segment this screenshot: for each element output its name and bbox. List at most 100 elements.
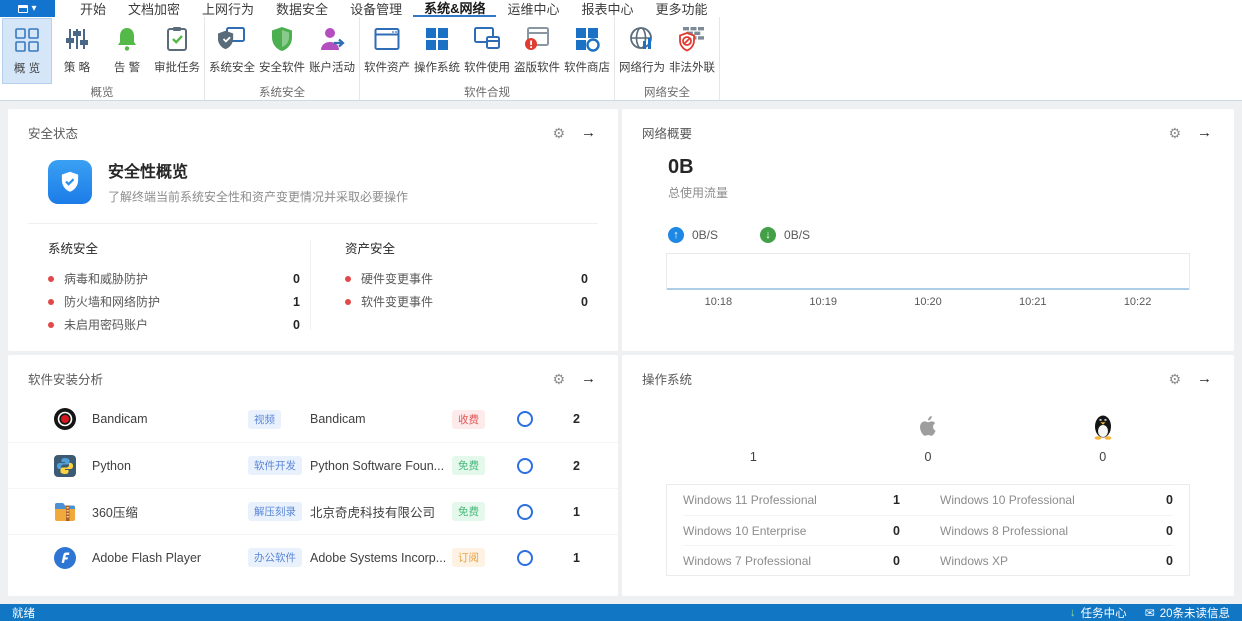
ribbon-btn-label: 审批任务 [154, 59, 200, 75]
security-item-value: 0 [581, 295, 588, 309]
menu-item-device-management[interactable]: 设备管理 [339, 0, 413, 17]
goto-arrow-icon[interactable]: → [581, 125, 596, 140]
goto-arrow-icon[interactable]: → [1197, 371, 1212, 386]
os-version-label: Windows 8 Professional [940, 524, 1166, 538]
ribbon-btn-account-activity[interactable]: 账户活动 [307, 18, 357, 84]
task-center-button[interactable]: ↓ 任务中心 [1070, 605, 1127, 621]
software-usage-monitor-icon [472, 24, 502, 54]
download-task-icon: ↓ [1070, 607, 1076, 619]
total-traffic-label: 总使用流量 [668, 184, 1234, 201]
ribbon-btn-operating-system[interactable]: 操作系统 [412, 18, 462, 84]
download-arrow-icon: ↓ [760, 227, 776, 243]
software-row-flash-player[interactable]: Adobe Flash Player 办公软件 Adobe Systems In… [8, 534, 618, 580]
ribbon-btn-overview[interactable]: 概 览 [2, 18, 52, 84]
goto-arrow-icon[interactable]: → [1197, 125, 1212, 140]
software-name: 360压缩 [92, 502, 248, 521]
install-ratio-ring-icon [517, 411, 533, 427]
ribbon-btn-alert[interactable]: 告 警 [102, 18, 152, 84]
security-item[interactable]: 防火墙和网络防护 1 [48, 290, 300, 313]
app-menu-button[interactable]: ▾ [0, 0, 55, 17]
menu-item-web-behavior[interactable]: 上网行为 [191, 0, 265, 17]
main-menu: 开始 文档加密 上网行为 数据安全 设备管理 系统&网络 运维中心 报表中心 更… [69, 0, 719, 17]
ribbon-btn-label: 非法外联 [669, 59, 715, 75]
ribbon-btn-approval-tasks[interactable]: 审批任务 [152, 18, 202, 84]
settings-gear-icon[interactable]: ⚙ [1168, 126, 1181, 140]
red-dot-icon [345, 299, 351, 305]
os-version-cell: Windows 8 Professional 0 [928, 516, 1173, 545]
x-tick: 10:19 [771, 296, 876, 308]
software-name: Python [92, 459, 248, 473]
security-item[interactable]: 硬件变更事件 0 [345, 267, 588, 290]
security-item[interactable]: 未启用密码账户 0 [48, 313, 300, 336]
settings-gear-icon[interactable]: ⚙ [552, 372, 565, 386]
statusbar: 就绪 ↓ 任务中心 ✉ 20条未读信息 [0, 604, 1242, 621]
approval-clipboard-icon [162, 24, 192, 54]
menu-item-ops-center[interactable]: 运维中心 [496, 0, 570, 17]
menu-item-system-network[interactable]: 系统&网络 [413, 0, 496, 17]
menu-item-data-security[interactable]: 数据安全 [265, 0, 339, 17]
software-row-360zip[interactable]: 360压缩 解压刻录 北京奇虎科技有限公司 免费 1 [8, 488, 618, 534]
ribbon-btn-network-behavior[interactable]: 网络行为 [617, 18, 667, 84]
security-item-label: 硬件变更事件 [361, 270, 581, 287]
platform-windows: 1 [666, 410, 841, 464]
ribbon-btn-software-asset[interactable]: 软件资产 [362, 18, 412, 84]
panel-title: 安全状态 [28, 123, 78, 142]
os-version-count: 0 [1166, 524, 1173, 538]
os-tiles-icon [422, 24, 452, 54]
ribbon-btn-pirated-software[interactable]: 盗版软件 [512, 18, 562, 84]
ribbon-btn-label: 系统安全 [209, 59, 255, 75]
ribbon-btn-policy[interactable]: 策 略 [52, 18, 102, 84]
ribbon-btn-software-store[interactable]: 软件商店 [562, 18, 612, 84]
os-table-row: Windows 10 Enterprise 0 Windows 8 Profes… [683, 515, 1173, 545]
ribbon-btn-illegal-connection[interactable]: 非法外联 [667, 18, 717, 84]
menu-item-report-center[interactable]: 报表中心 [570, 0, 644, 17]
network-traffic-chart[interactable] [666, 253, 1190, 290]
os-version-label: Windows XP [940, 554, 1166, 568]
os-version-label: Windows 11 Professional [683, 493, 893, 507]
software-row-python[interactable]: Python 软件开发 Python Software Foun... 免费 2 [8, 442, 618, 488]
software-name: Adobe Flash Player [92, 551, 248, 565]
install-ratio-ring-icon [517, 550, 533, 566]
status-ready-text: 就绪 [12, 605, 1070, 621]
panel-title: 网络概要 [642, 123, 692, 142]
category-tag: 办公软件 [248, 548, 302, 567]
security-item[interactable]: 病毒和威胁防护 0 [48, 267, 300, 290]
unread-messages-button[interactable]: ✉ 20条未读信息 [1145, 605, 1230, 621]
overview-grid-icon [12, 25, 42, 55]
security-item-label: 病毒和威胁防护 [64, 270, 293, 287]
apple-logo-icon [915, 410, 941, 440]
settings-gear-icon[interactable]: ⚙ [1168, 372, 1181, 386]
install-count: 2 [540, 459, 580, 473]
platform-count: 0 [925, 450, 932, 464]
security-item-label: 防火墙和网络防护 [64, 293, 293, 310]
alert-bell-icon [112, 24, 142, 54]
software-row-bandicam[interactable]: Bandicam 视频 Bandicam 收费 2 [8, 396, 618, 442]
ribbon-btn-security-software[interactable]: 安全软件 [257, 18, 307, 84]
ribbon-btn-label: 告 警 [114, 59, 140, 75]
menu-item-start[interactable]: 开始 [69, 0, 117, 17]
x-tick: 10:21 [980, 296, 1085, 308]
os-version-cell: Windows 11 Professional 1 [683, 485, 928, 515]
menu-item-doc-encryption[interactable]: 文档加密 [117, 0, 191, 17]
ribbon-btn-software-usage[interactable]: 软件使用 [462, 18, 512, 84]
total-traffic-value: 0B [668, 156, 1234, 179]
security-item-value: 1 [293, 295, 300, 309]
security-overview-subtitle: 了解终端当前系统安全性和资产变更情况并采取必要操作 [108, 188, 408, 205]
x-tick: 10:20 [876, 296, 981, 308]
ribbon-btn-system-security[interactable]: 系统安全 [207, 18, 257, 84]
security-shield-icon [48, 160, 92, 204]
install-ratio-ring-icon [517, 504, 533, 520]
security-item[interactable]: 软件变更事件 0 [345, 290, 588, 313]
settings-gear-icon[interactable]: ⚙ [552, 126, 565, 140]
goto-arrow-icon[interactable]: → [581, 371, 596, 386]
install-count: 2 [540, 412, 580, 426]
flash-player-app-icon [52, 545, 78, 571]
illegal-connection-shield-icon [677, 24, 707, 54]
menu-item-more-features[interactable]: 更多功能 [645, 0, 719, 17]
bandicam-app-icon [52, 406, 78, 432]
os-version-count: 0 [1166, 554, 1173, 568]
os-table-row: Windows 7 Professional 0 Windows XP 0 [683, 545, 1173, 575]
os-version-count: 1 [893, 493, 900, 507]
platform-linux: 0 [1015, 410, 1190, 464]
upload-arrow-icon: ↑ [668, 227, 684, 243]
